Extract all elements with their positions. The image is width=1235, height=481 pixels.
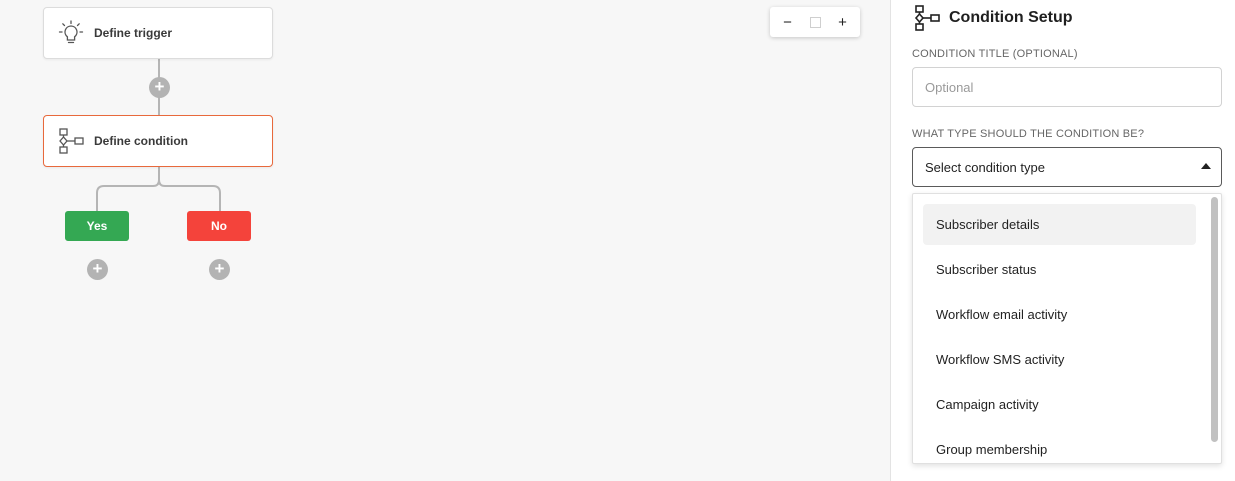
dropdown-scrollbar[interactable] <box>1211 197 1218 442</box>
panel-header: Condition Setup <box>913 4 1073 32</box>
caret-up-icon <box>1201 163 1211 169</box>
add-step-button[interactable]: + <box>149 77 170 98</box>
no-branch[interactable]: No <box>187 211 251 241</box>
trigger-node-label: Define trigger <box>94 26 173 40</box>
zoom-in-button[interactable]: + <box>830 14 856 31</box>
add-step-yes-button[interactable]: + <box>87 259 108 280</box>
condition-node[interactable]: Define condition <box>43 115 273 167</box>
dropdown-option[interactable]: Subscriber status <box>923 249 1196 290</box>
condition-type-label: WHAT TYPE SHOULD THE CONDITION BE? <box>912 128 1145 140</box>
condition-type-value: Select condition type <box>925 159 1045 175</box>
yes-branch[interactable]: Yes <box>65 211 129 241</box>
zoom-out-button[interactable]: − <box>775 14 801 31</box>
flowchart-icon <box>56 126 86 156</box>
flowchart-icon <box>913 4 941 32</box>
condition-setup-panel: Condition Setup CONDITION TITLE (OPTIONA… <box>890 0 1235 481</box>
dropdown-option[interactable]: Group membership <box>923 429 1196 463</box>
lightbulb-icon <box>56 18 86 48</box>
dropdown-option[interactable]: Subscriber details <box>923 204 1196 245</box>
zoom-controls: − + <box>770 7 860 37</box>
workflow-canvas[interactable]: Define trigger + Define condition Yes No… <box>0 0 890 481</box>
condition-title-input[interactable] <box>912 67 1222 107</box>
dropdown-option[interactable]: Workflow email activity <box>923 294 1196 335</box>
condition-node-label: Define condition <box>94 134 188 148</box>
condition-type-dropdown: Subscriber details Subscriber status Wor… <box>912 193 1222 464</box>
fit-view-icon[interactable] <box>809 16 821 28</box>
panel-title: Condition Setup <box>949 9 1073 26</box>
condition-title-label: CONDITION TITLE (OPTIONAL) <box>912 48 1078 60</box>
dropdown-option[interactable]: Campaign activity <box>923 384 1196 425</box>
dropdown-option[interactable]: Workflow SMS activity <box>923 339 1196 380</box>
trigger-node[interactable]: Define trigger <box>43 7 273 59</box>
add-step-no-button[interactable]: + <box>209 259 230 280</box>
connector-lines <box>96 59 221 211</box>
condition-type-select[interactable]: Select condition type <box>912 147 1222 187</box>
